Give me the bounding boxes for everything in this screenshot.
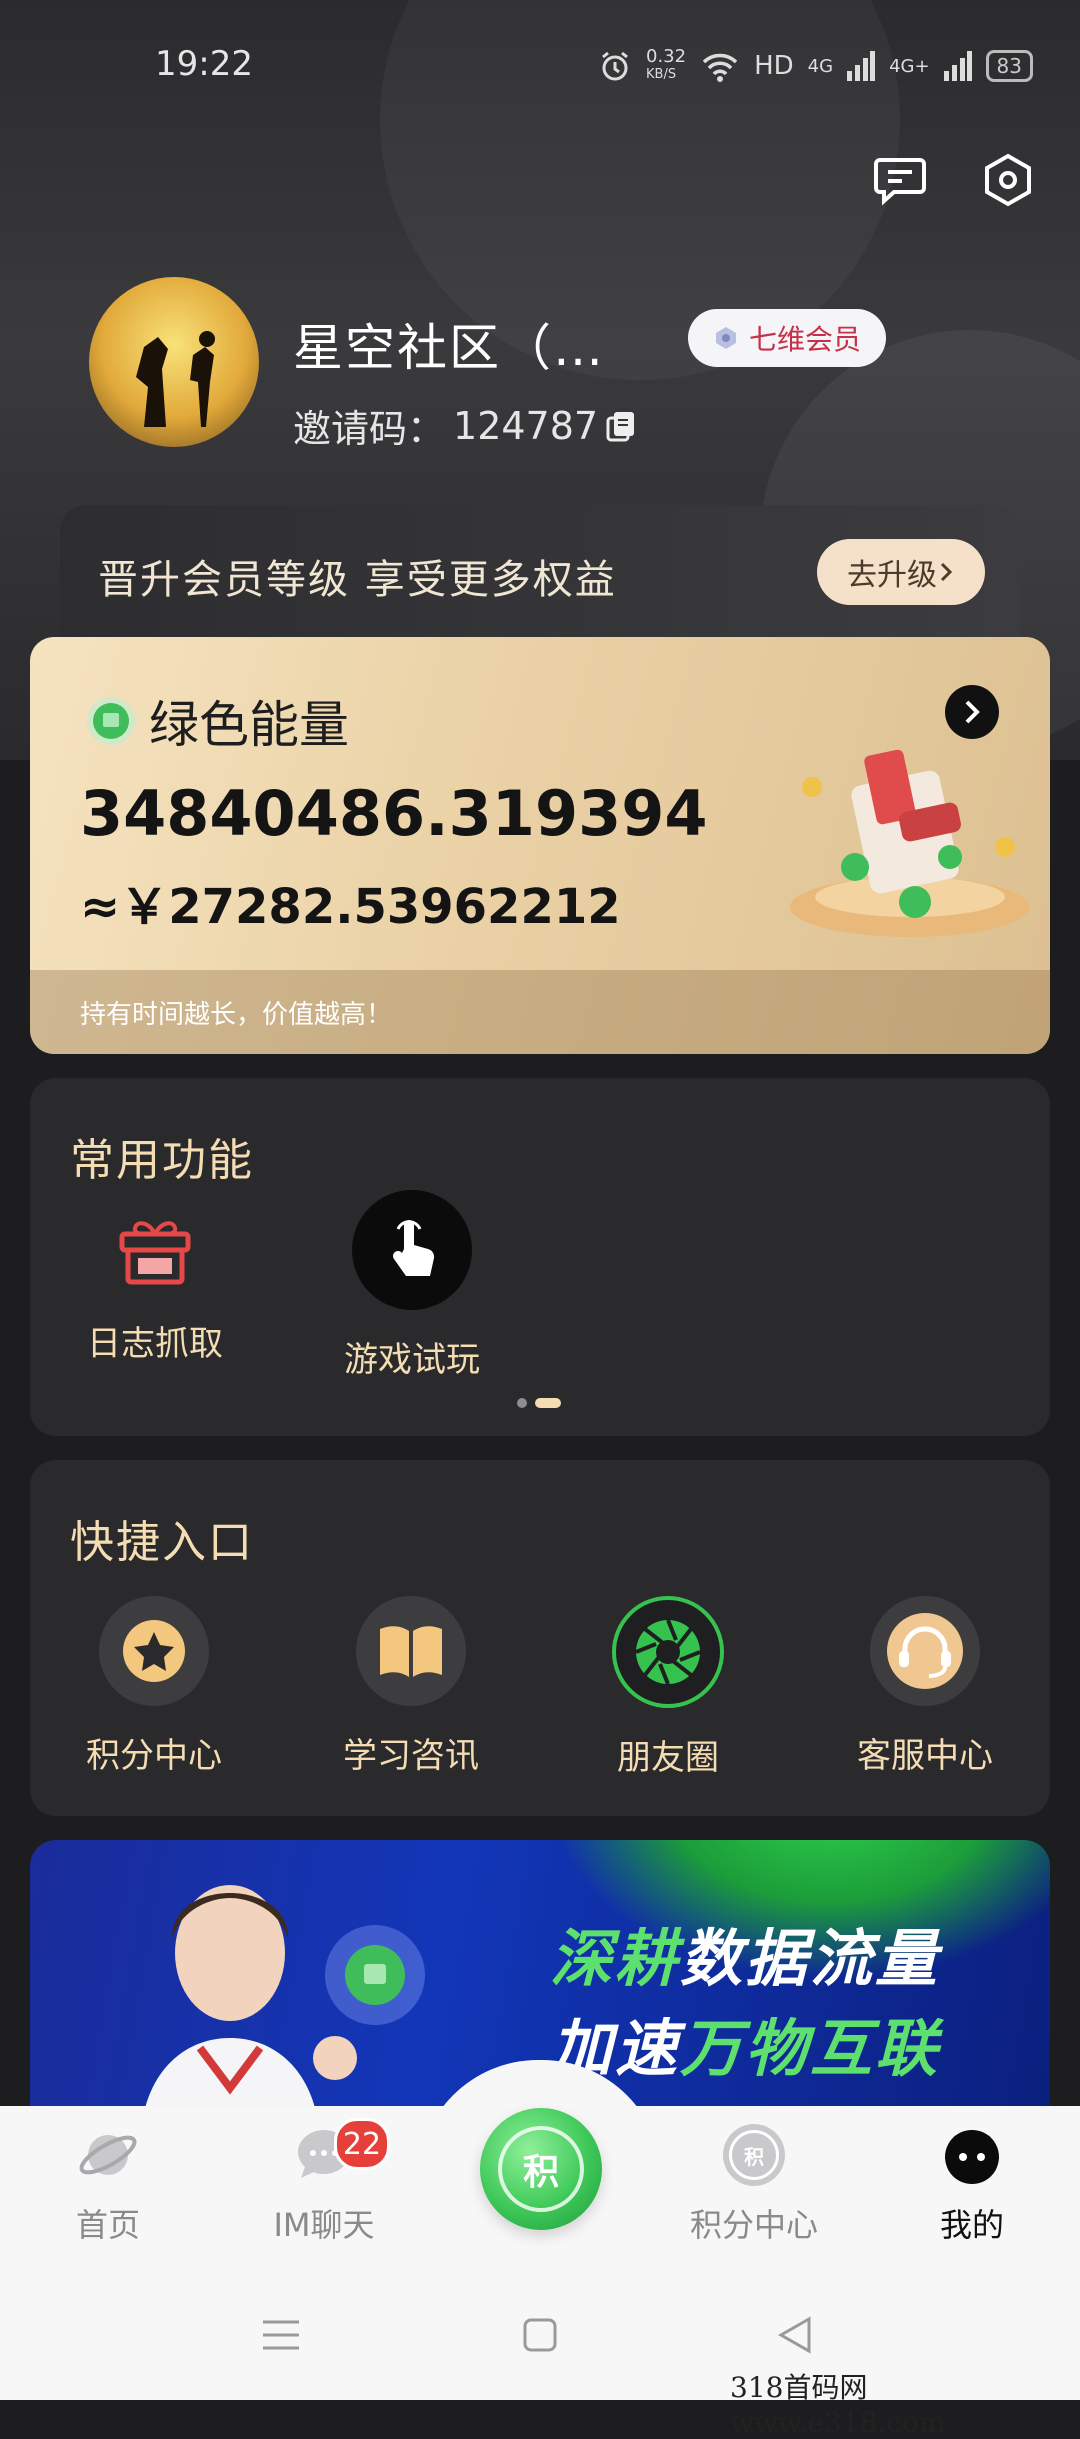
status-bar: 19:22 0.32 KB/S HD 4G 4G+ 83 <box>0 0 1080 140</box>
signal-bars-icon <box>943 51 972 81</box>
common-functions-panel: 常用功能 日志抓取 游戏试玩 <box>30 1078 1050 1436</box>
func-item-game-trial[interactable]: 游戏试玩 <box>312 1190 512 1381</box>
shutter-icon <box>635 1619 701 1685</box>
avatar-silhouette-image <box>136 331 215 427</box>
quick-item-customer-service[interactable]: 客服中心 <box>825 1596 1025 1777</box>
invite-code: 124787 <box>453 403 599 448</box>
center-action-button[interactable]: 积 <box>480 2108 602 2230</box>
tab-home[interactable]: 首页 <box>28 2124 188 2246</box>
member-badge-label: 七维会员 <box>748 323 861 356</box>
unread-count-badge: 22 <box>334 2118 390 2170</box>
gift-icon <box>119 1221 191 1285</box>
banner-line-2: 加速万物互联 <box>550 2012 941 2085</box>
invite-label: 邀请码： <box>293 407 446 451</box>
green-coin-icon <box>87 697 135 745</box>
member-level-icon <box>715 327 736 349</box>
banner-line-1: 深耕数据流量 <box>550 1922 941 1995</box>
quick-item-learning-news[interactable]: 学习咨讯 <box>311 1596 511 1777</box>
tap-hand-icon <box>393 1220 435 1276</box>
quick-item-moments[interactable]: 朋友圈 <box>568 1596 768 1779</box>
message-icon <box>874 158 926 206</box>
signal-1: 4G <box>807 55 834 77</box>
profile-face-icon <box>945 2130 999 2184</box>
battery-indicator: 83 <box>985 50 1033 82</box>
settings-button[interactable] <box>978 150 1038 210</box>
signal-2: 4G+ <box>889 55 930 77</box>
back-triangle-icon <box>777 2316 811 2354</box>
upgrade-button[interactable]: 去升级 <box>817 539 985 605</box>
system-back-button[interactable] <box>770 2310 820 2360</box>
energy-footer-text: 持有时间越长，价值越高！ <box>80 1000 393 1030</box>
upgrade-button-label: 去升级 <box>847 558 937 593</box>
hd-indicator: HD <box>754 51 794 81</box>
avatar[interactable] <box>89 277 259 447</box>
energy-title: 绿色能量 <box>149 696 349 754</box>
func-item-label: 游戏试玩 <box>344 1340 480 1380</box>
square-home-icon <box>523 2318 557 2352</box>
planet-icon <box>79 2135 137 2175</box>
center-action-icon: 积 <box>498 2126 584 2212</box>
book-icon <box>380 1626 442 1677</box>
settings-hexagon-icon <box>985 153 1031 207</box>
copy-icon[interactable] <box>606 410 636 442</box>
quick-item-points-center[interactable]: 积分中心 <box>54 1596 254 1777</box>
star-icon <box>123 1620 185 1682</box>
tab-mine[interactable]: 我的 <box>892 2124 1052 2246</box>
status-time: 19:22 <box>155 44 253 84</box>
points-icon: 积 <box>723 2124 785 2186</box>
page-indicator <box>517 1398 561 1408</box>
system-menu-button[interactable] <box>256 2310 306 2360</box>
member-badge[interactable]: 七维会员 <box>688 309 886 367</box>
tab-points-center[interactable]: 积 积分中心 <box>674 2124 834 2246</box>
quick-entry-panel: 快捷入口 积分中心 学习咨讯 朋友圈 客服中心 <box>30 1460 1050 1816</box>
energy-footer: 持有时间越长，价值越高！ <box>30 970 1050 1054</box>
common-functions-title: 常用功能 <box>70 1135 254 1186</box>
chevron-right-icon <box>940 562 953 582</box>
wifi-icon <box>702 53 738 82</box>
wallet-illustration-image <box>790 749 1030 937</box>
alarm-icon <box>602 51 628 81</box>
message-button[interactable] <box>870 150 930 210</box>
floating-coin-icon <box>325 1925 425 2025</box>
net-speed: 0.32 KB/S <box>646 46 687 83</box>
status-icons: 0.32 KB/S HD 4G 4G+ 83 <box>598 48 1033 84</box>
upgrade-text: 晋升会员等级 享受更多权益 <box>98 557 617 603</box>
headset-icon <box>887 1613 963 1689</box>
upgrade-bar: 晋升会员等级 享受更多权益 去升级 <box>60 505 1020 655</box>
energy-title-row: 绿色能量 <box>85 685 349 757</box>
watermark-text: 318首码网 www.e318.com <box>730 2371 946 2439</box>
green-energy-card[interactable]: 绿色能量 34840486.319394 ≈￥27282.53962212 持有… <box>30 637 1050 1054</box>
profile-name: 星空社区（长... <box>293 319 653 377</box>
menu-icon <box>263 2320 299 2350</box>
func-item-log-capture[interactable]: 日志抓取 <box>55 1208 255 1365</box>
signal-bars-icon <box>847 51 876 81</box>
func-item-label: 日志抓取 <box>87 1324 223 1364</box>
invite-code-row: 邀请码： 124787 <box>293 398 636 453</box>
energy-amount: 34840486.319394 <box>80 777 708 850</box>
system-home-button[interactable] <box>515 2310 565 2360</box>
energy-rmb-value: ≈￥27282.53962212 <box>80 879 621 935</box>
game-trial-icon-wrap <box>352 1190 472 1310</box>
quick-entry-title: 快捷入口 <box>70 1517 254 1568</box>
